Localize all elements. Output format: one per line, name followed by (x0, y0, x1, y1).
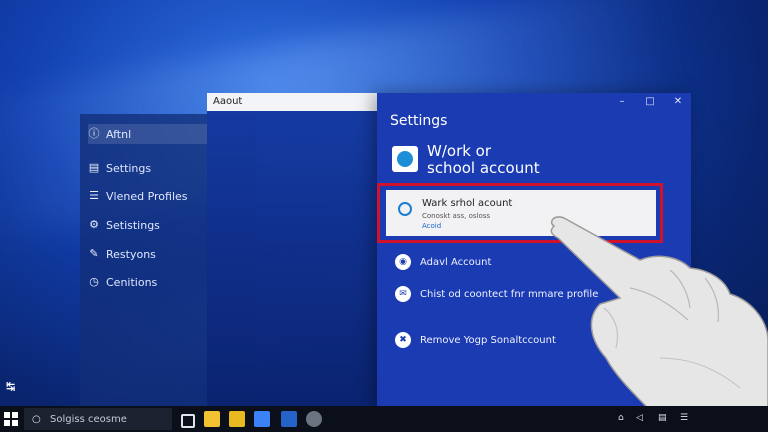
folder-icon[interactable] (229, 411, 245, 427)
maximize-icon[interactable]: □ (643, 96, 657, 107)
file-explorer-icon[interactable] (204, 411, 220, 427)
profiles-icon: ☰ (89, 189, 99, 202)
pen-icon: ✎ (89, 247, 99, 260)
browser-icon[interactable] (306, 411, 322, 427)
windows-start-icon[interactable] (4, 412, 18, 426)
side-item-label: Restyons (106, 247, 156, 261)
mail-icon: ✉ (395, 286, 411, 302)
remove-account-icon: ✖ (395, 332, 411, 348)
network-icon[interactable]: ⌂ (618, 413, 624, 423)
settings-titlebar[interactable]: – □ ✕ (377, 93, 691, 111)
menu-icon[interactable]: ☰ (680, 413, 688, 423)
store-icon[interactable] (281, 411, 297, 427)
search-text: Solgiss ceosme (50, 413, 127, 425)
about-window-title[interactable]: Aaout (207, 93, 379, 111)
clock-icon: ◷ (89, 275, 99, 288)
notification-icon[interactable]: ▤ (658, 413, 667, 423)
side-item-label: Cenitions (106, 275, 158, 289)
account-circle-icon (398, 202, 412, 216)
settings-heading: Settings (390, 113, 448, 129)
side-item-label: Setistings (106, 218, 160, 232)
minimize-icon[interactable]: – (615, 96, 629, 107)
option-title: Wark srhol acount (422, 198, 513, 209)
option-label: Adavl Account (420, 256, 492, 268)
side-item-label: Vlened Profiles (106, 189, 188, 203)
settings-gear-icon: ⚙ (89, 218, 99, 231)
option-subtitle: Conoskt ass, osloss (422, 212, 491, 220)
info-icon: ⓘ (88, 127, 100, 140)
corner-glyph: ↹ (6, 380, 16, 393)
account-badge-icon: ◉ (395, 254, 411, 270)
volume-icon[interactable]: ◁ (636, 413, 643, 423)
option-link[interactable]: Acoid (422, 222, 441, 230)
about-window: Aaout (207, 93, 379, 406)
settings-list-icon: ▤ (88, 161, 100, 174)
taskbar: ○ Solgiss ceosme ⌂ ◁ ▤ ☰ (0, 406, 768, 432)
search-icon: ○ (32, 413, 41, 425)
account-page-title: W/ork or school account (427, 142, 540, 177)
side-item-label: Aftnl (106, 127, 132, 141)
taskbar-search[interactable]: ○ Solgiss ceosme (24, 408, 172, 430)
close-icon[interactable]: ✕ (671, 96, 685, 107)
side-item-label: Settings (106, 161, 152, 175)
pointing-hand (550, 216, 768, 432)
work-account-icon (392, 146, 418, 172)
add-account-option[interactable]: ◉ Adavl Account (395, 254, 491, 270)
task-view-icon[interactable] (181, 414, 195, 428)
app-blue-icon[interactable] (254, 411, 270, 427)
about-window-body (207, 111, 379, 406)
